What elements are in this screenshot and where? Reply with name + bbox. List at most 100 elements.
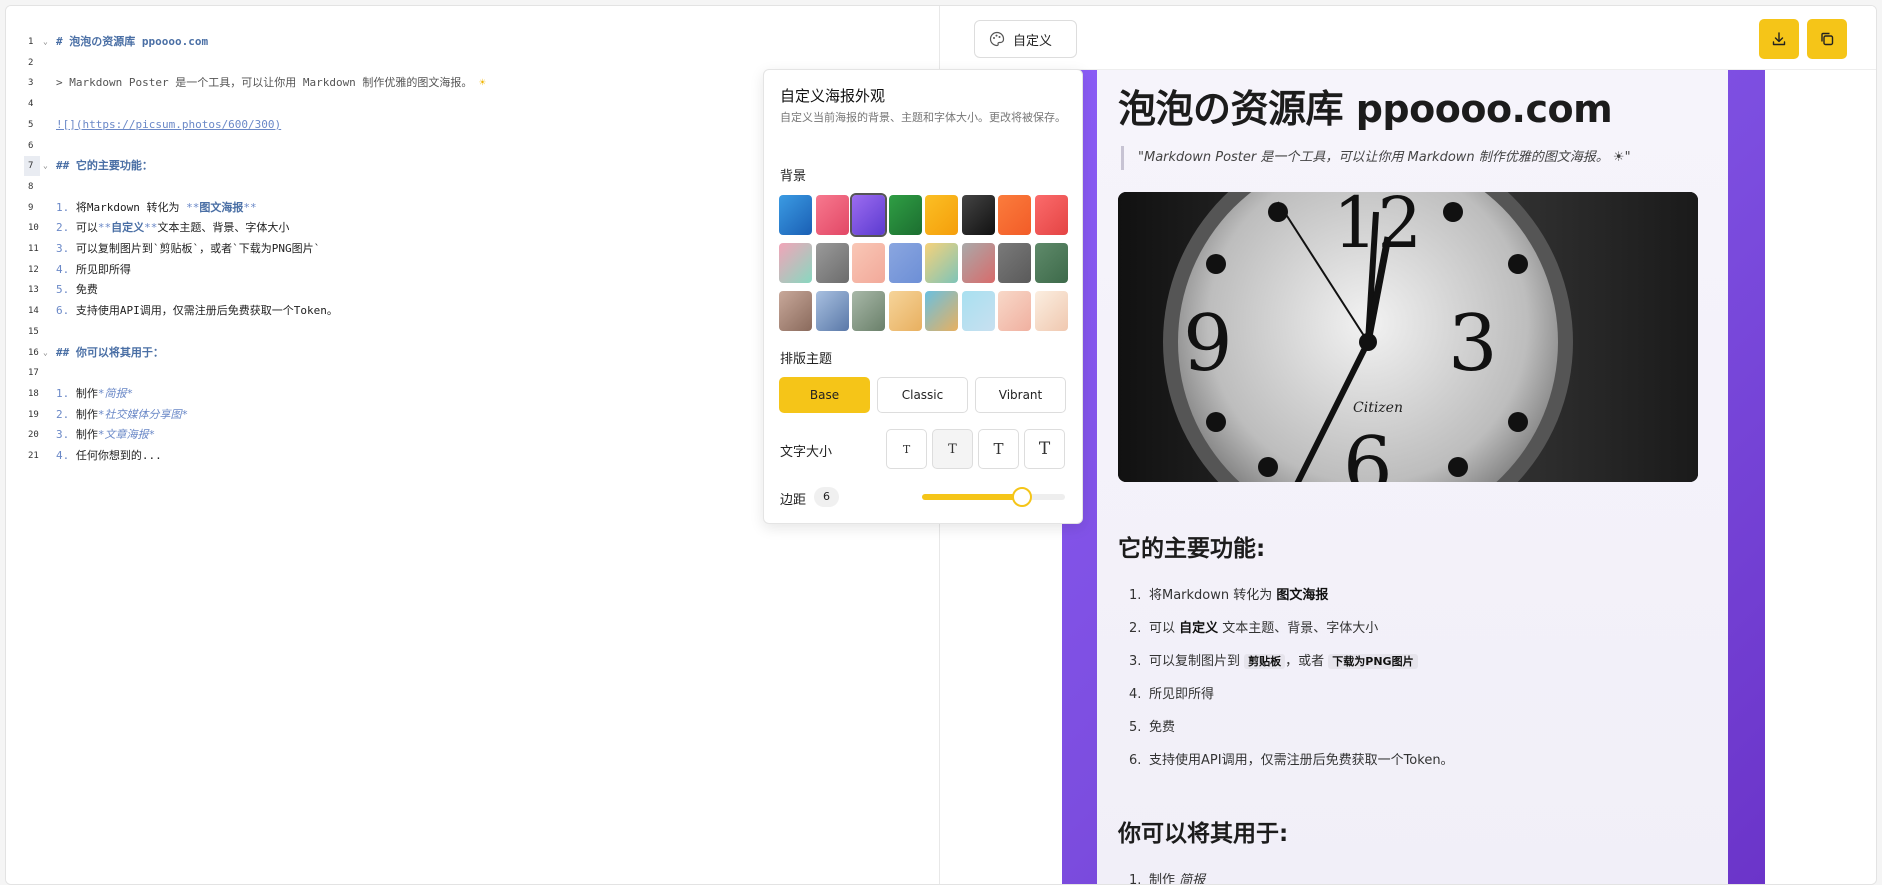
editor-line-content: ![](https://picsum.photos/600/300) [56,115,281,135]
background-swatch[interactable] [998,291,1031,331]
background-swatch[interactable] [1034,195,1068,235]
preview-toolbar: 自定义 [941,6,1876,70]
fold-chevron-icon[interactable]: ⌄ [43,343,48,363]
font-size-button[interactable]: T [1024,429,1065,469]
editor-token: 3. [56,242,76,255]
line-number: 18 [28,388,39,399]
margin-slider[interactable] [922,487,1065,507]
svg-text:Citizen: Citizen [1353,400,1403,416]
background-swatch[interactable] [815,291,849,331]
editor-line-content: > Markdown Poster 是一个工具，可以让你用 Markdown 制… [56,73,486,93]
editor-line-content: 5. 免费 [56,280,98,300]
list-number: 1. [1129,588,1142,603]
editor-line-content: 3. 可以复制图片到`剪贴板`，或者`下载为PNG图片` [56,239,320,259]
editor-token: 自定义 [111,221,145,235]
background-swatch[interactable] [852,243,885,283]
copy-icon [1821,32,1834,46]
copy-button[interactable] [1807,19,1847,59]
fold-chevron-icon[interactable]: ⌄ [43,32,48,52]
svg-text:6: 6 [1343,421,1393,482]
font-size-icon: T [948,441,957,457]
list-number: 4. [1129,687,1142,702]
font-size-label: 文字大小 [780,445,833,460]
background-swatch[interactable] [779,291,812,331]
feature-list-item: 1. 将Markdown 转化为 图文海报 [1129,586,1328,606]
editor-token: 可以复制图片到`剪贴板`，或者`下载为PNG图片` [75,242,321,255]
editor-token: *简报* [97,386,134,400]
font-size-button[interactable]: T [978,429,1019,469]
clock-image: 12 3 9 6 Citizen [1118,192,1698,482]
background-swatch[interactable] [888,195,922,235]
theme-button-base[interactable]: Base [779,377,870,413]
background-swatch[interactable] [888,291,922,331]
feature-list-item: 2. 可以 自定义 文本主题、背景、字体大小 [1129,619,1378,639]
app-frame: 1 ⌄ # 泡泡の资源库 ppoooo.com 2 3 > Markdown Poster… [5,5,1877,885]
editor-token: *社交媒体分享图* [97,407,189,421]
editor-token: 图文海报 [199,200,244,214]
poster-image: 12 3 9 6 Citizen [1118,192,1698,482]
editor-token: 文本主题、背景、字体大小 [157,221,290,235]
editor-line-content: # 泡泡の资源库 ppoooo.com [56,32,208,52]
margin-slider-thumb[interactable] [1012,487,1033,507]
background-swatch[interactable] [925,195,958,235]
background-swatch[interactable] [1034,291,1068,331]
background-swatch[interactable] [998,195,1031,235]
font-size-icon: T [993,440,1004,458]
list-number: 1. [1129,873,1142,885]
customize-label: 自定义 [1013,33,1053,49]
feature-list-item: 3. 可以复制图片到 剪贴板 ，或者 下载为PNG图片 [1129,652,1418,672]
editor-token: 所见即所得 [75,262,131,276]
poster-title: 泡泡の资源库 ppoooo.com [1118,87,1613,131]
download-icon [1772,32,1786,46]
background-swatch[interactable] [779,243,812,283]
background-swatch[interactable] [925,243,958,283]
background-swatch[interactable] [961,195,995,235]
background-swatch[interactable] [888,243,922,283]
editor-token: 制作 [75,386,98,400]
line-number: 8 [28,181,34,192]
line-number: 21 [28,451,39,461]
font-size-button[interactable]: T [886,429,927,469]
line-number: 12 [28,264,39,275]
editor-line-content: ## 你可以将其用于： [56,343,164,363]
list-text: 可以复制图片到 [1149,654,1245,669]
editor-line-content: 2. 可以**自定义**文本主题、背景、字体大小 [56,218,289,238]
background-swatch[interactable] [961,243,995,283]
editor-token: 6. [56,304,76,318]
font-size-button[interactable]: T [932,429,973,469]
poster-heading-uses: 你可以将其用于: [1118,821,1289,847]
background-swatch[interactable] [815,243,849,283]
download-button[interactable] [1759,19,1799,59]
customize-button[interactable]: 自定义 [974,20,1077,58]
editor-token: 3. [56,428,76,442]
list-text: 所见即所得 [1149,687,1215,702]
line-number: 17 [28,368,39,379]
background-swatch[interactable] [850,193,887,237]
background-swatch[interactable] [815,195,849,235]
theme-button-classic[interactable]: Classic [877,377,968,413]
background-swatch[interactable] [852,291,885,331]
list-text: 将Markdown 转化为 [1149,588,1277,603]
fold-chevron-icon[interactable]: ⌄ [43,156,48,176]
list-code-chip: 下载为PNG图片 [1328,654,1418,669]
background-swatch[interactable] [961,291,995,331]
editor-token: 2. [56,221,76,235]
background-swatch[interactable] [998,243,1031,283]
svg-text:9: 9 [1183,299,1233,389]
editor-token: 制作 [75,428,98,442]
line-number: 2 [28,57,34,68]
background-swatch[interactable] [1034,243,1068,283]
list-bold-text: 自定义 [1179,621,1219,636]
editor-line-content: ## 它的主要功能： [56,156,153,176]
editor-token: 任何你想到的... [75,449,162,462]
theme-button-vibrant[interactable]: Vibrant [975,377,1066,413]
editor-line-content: 4. 所见即所得 [56,260,131,280]
editor-line-content: 2. 制作*社交媒体分享图* [56,405,188,425]
editor-token: 免费 [75,283,98,297]
background-swatch[interactable] [925,291,958,331]
line-number: 13 [28,285,39,296]
editor-token: 1. [56,386,76,400]
editor-token: ** [97,221,112,235]
editor-token: ## 它的主要功能： [56,159,153,173]
background-swatch[interactable] [779,195,812,235]
